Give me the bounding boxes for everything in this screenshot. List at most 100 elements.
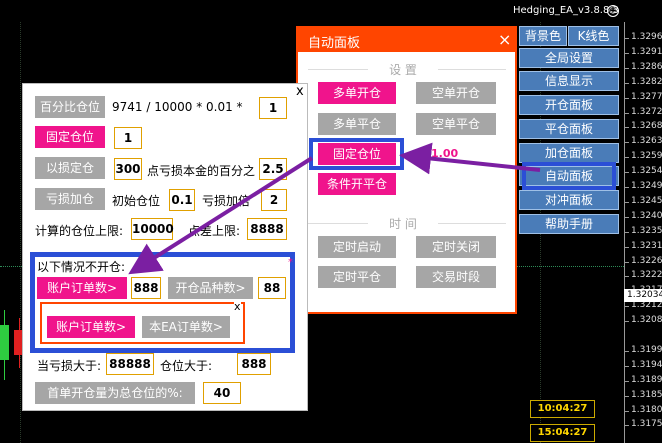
- menu-item-3[interactable]: 平仓面板: [519, 119, 619, 139]
- ea-title: Hedging_EA_v3.8.8.3: [513, 5, 619, 16]
- divider: [308, 223, 368, 224]
- time-server: 15:04:27: [530, 424, 595, 442]
- auto-panel-menu-highlight: [522, 162, 616, 190]
- axis-tick: [625, 142, 629, 144]
- menu-item-0[interactable]: 全局设置: [519, 48, 619, 68]
- axis-tick: [625, 231, 629, 233]
- conditional-button[interactable]: 条件开平仓: [318, 173, 396, 195]
- axis-price-label: 1.31805: [631, 404, 662, 415]
- divider: [308, 69, 368, 70]
- loss-value-input[interactable]: 300: [114, 158, 142, 180]
- axis-tick: [625, 246, 629, 248]
- marker-icon: *: [288, 257, 293, 268]
- divider: [438, 223, 506, 224]
- popup-account-orders-button[interactable]: 账户订单数>: [47, 316, 135, 338]
- axis-price-label: 1.32960: [631, 32, 662, 42]
- axis-tick: [625, 112, 629, 114]
- axis-price-label: 1.32355: [631, 225, 662, 236]
- menu-item-7[interactable]: 帮助手册: [519, 214, 619, 234]
- axis-price-label: 1.32910: [631, 46, 662, 57]
- axis-tick: [625, 261, 629, 263]
- timed-close-button[interactable]: 定时平仓: [318, 266, 396, 288]
- axis-price-label: 1.32680: [631, 121, 662, 132]
- trade-hours-button[interactable]: 交易时段: [416, 266, 496, 288]
- time-local: 10:04:27: [530, 400, 595, 418]
- loss-pct-input[interactable]: 2.5: [259, 158, 287, 180]
- section-time: 时 间: [389, 217, 417, 231]
- calc-max-label: 计算的仓位上限:: [35, 224, 124, 238]
- axis-price-label: 1.32405: [631, 210, 662, 221]
- axis-price-label: 1.32080: [631, 315, 662, 326]
- axis-price-label: 1.31895: [631, 374, 662, 385]
- divider: [438, 69, 506, 70]
- bg-color-button[interactable]: 背景色: [519, 26, 567, 46]
- menu-item-4[interactable]: 加仓面板: [519, 143, 619, 163]
- fixed-value-input[interactable]: 1: [114, 127, 142, 149]
- axis-tick: [625, 350, 629, 352]
- loss-lot-button[interactable]: 以损定仓: [35, 157, 105, 179]
- popup-ea-orders-button[interactable]: 本EA订单数>: [142, 316, 230, 338]
- pct-formula: 9741 / 10000 * 0.01 *: [112, 100, 243, 114]
- loss-mult-label: 亏损加倍: [202, 194, 251, 208]
- axis-tick: [625, 82, 629, 84]
- axis-tick: [625, 395, 629, 397]
- axis-tick: [625, 97, 629, 99]
- spread-max-label: 点差上限:: [188, 224, 241, 238]
- axis-price-label: 1.31990: [631, 344, 662, 355]
- axis-tick: [625, 306, 629, 308]
- close-icon[interactable]: ×: [498, 30, 511, 49]
- first-open-button[interactable]: 首单开仓量为总仓位的%:: [35, 382, 195, 404]
- loss-add-button[interactable]: 亏损加仓: [35, 188, 105, 210]
- timed-start-button[interactable]: 定时启动: [318, 236, 396, 258]
- timed-stop-button[interactable]: 定时关闭: [416, 236, 496, 258]
- menu-item-6[interactable]: 对冲面板: [519, 190, 619, 210]
- position-over-input[interactable]: 888: [237, 353, 271, 375]
- axis-tick: [625, 365, 629, 367]
- axis-tick: [625, 67, 629, 69]
- axis-price-label: 1.32540: [631, 166, 662, 177]
- auto-panel-title: 自动面板: [308, 36, 361, 51]
- axis-tick: [625, 410, 629, 412]
- close-icon[interactable]: x: [296, 84, 304, 99]
- candle-wick: [19, 318, 20, 368]
- close-icon[interactable]: x: [234, 300, 241, 313]
- short-open-button[interactable]: 空单开仓: [416, 82, 496, 104]
- pct-value-input[interactable]: 1: [259, 97, 287, 119]
- init-lot-label: 初始仓位: [112, 194, 161, 208]
- first-open-input[interactable]: 40: [203, 382, 241, 404]
- axis-price-label: 1.32220: [631, 270, 662, 281]
- long-open-button[interactable]: 多单开仓: [318, 82, 396, 104]
- menu-item-1[interactable]: 信息显示: [519, 71, 619, 91]
- fixed-lot-highlight: [309, 138, 404, 170]
- axis-price-label: 1.32310: [631, 240, 662, 251]
- auto-panel: 自动面板 × 设 置 多单开仓 空单开仓 多单平仓 空单平仓 固定仓位 1.00…: [296, 26, 517, 314]
- axis-tick: [625, 52, 629, 54]
- axis-tick: [625, 157, 629, 159]
- current-price-tag: 1.32034: [624, 289, 662, 302]
- lot-panel: x 百分比仓位 9741 / 10000 * 0.01 * 1 固定仓位 1 以…: [22, 83, 308, 411]
- section-settings: 设 置: [389, 63, 417, 77]
- long-close-button[interactable]: 多单平仓: [318, 113, 396, 135]
- calc-max-input[interactable]: 10000: [131, 218, 174, 240]
- axis-price-label: 1.32865: [631, 61, 662, 72]
- menu-item-2[interactable]: 开仓面板: [519, 95, 619, 115]
- init-lot-input[interactable]: 0.1: [169, 189, 195, 211]
- axis-price-label: 1.32265: [631, 255, 662, 266]
- pct-lot-button[interactable]: 百分比仓位: [35, 96, 105, 118]
- axis-price-label: 1.32775: [631, 91, 662, 102]
- axis-tick: [625, 201, 629, 203]
- axis-price-label: 1.32450: [631, 195, 662, 206]
- loss-over-input[interactable]: 88888: [106, 353, 154, 375]
- short-close-button[interactable]: 空单平仓: [416, 113, 496, 135]
- axis-tick: [625, 321, 629, 323]
- position-over-label: 仓位大于:: [160, 359, 213, 373]
- loss-mult-input[interactable]: 2: [261, 189, 287, 211]
- k-color-button[interactable]: K线色: [568, 26, 619, 46]
- auto-panel-header: 自动面板 ×: [298, 28, 515, 52]
- axis-tick: [625, 38, 629, 39]
- axis-tick: [625, 276, 629, 278]
- candle-wick: [4, 310, 5, 380]
- fixed-lot-button[interactable]: 固定仓位: [35, 126, 105, 148]
- axis-price-label: 1.32590: [631, 151, 662, 162]
- spread-max-input[interactable]: 8888: [247, 218, 287, 240]
